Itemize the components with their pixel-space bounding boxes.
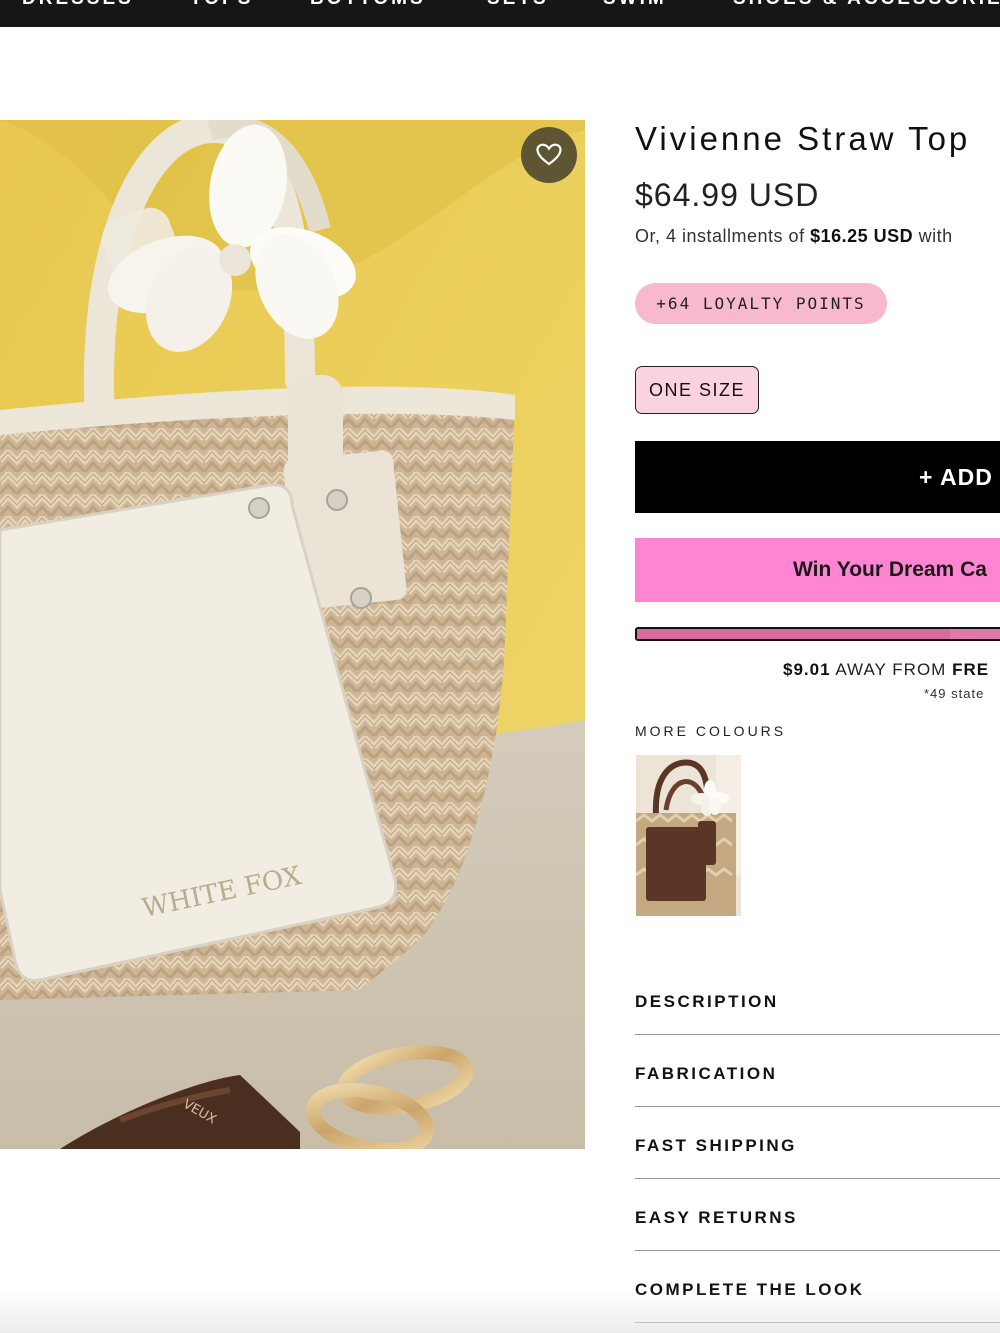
accordion-fabrication[interactable]: FABRICATION	[635, 1035, 1000, 1107]
wishlist-button[interactable]	[521, 127, 577, 183]
shipping-middle-text: AWAY FROM	[830, 660, 953, 679]
nav-item-sets[interactable]: SETS	[487, 0, 549, 10]
accordion-label: FABRICATION	[635, 1064, 778, 1083]
product-price: $64.99 USD	[635, 177, 820, 213]
installments-prefix: Or, 4 installments of	[635, 226, 811, 246]
nav-item-bottoms[interactable]: BOTTOMS	[310, 0, 426, 10]
installments-text: Or, 4 installments of $16.25 USD with	[635, 226, 953, 247]
product-photo-illustration: WHITE FOX VEUX	[0, 120, 585, 1149]
nav-item-dresses[interactable]: DRESSES	[22, 0, 134, 10]
accordion-label: FAST SHIPPING	[635, 1136, 797, 1155]
free-shipping-message: $9.01 AWAY FROM FRE	[783, 660, 989, 680]
accordion-description[interactable]: DESCRIPTION	[635, 963, 1000, 1035]
product-title: Vivienne Straw Top	[635, 120, 971, 157]
win-dream-cart-button[interactable]: Win Your Dream Ca	[635, 538, 1000, 602]
accordion-easy-returns[interactable]: EASY RETURNS	[635, 1179, 1000, 1251]
accordion-label: EASY RETURNS	[635, 1208, 798, 1227]
size-option-one-size[interactable]: ONE SIZE	[635, 366, 759, 414]
loyalty-points-badge: +64 LOYALTY POINTS	[635, 283, 887, 324]
colour-swatch-brown[interactable]	[636, 755, 741, 916]
nav-item-shoes-accessories[interactable]: SHOES & ACCESSORIES	[733, 0, 1000, 10]
installments-suffix: with	[913, 226, 953, 246]
shipping-note: *49 state	[924, 686, 985, 701]
add-to-bag-button[interactable]: + ADD T	[635, 441, 1000, 513]
nav-item-swim[interactable]: SWIM	[603, 0, 667, 10]
accordion-fast-shipping[interactable]: FAST SHIPPING	[635, 1107, 1000, 1179]
nav-item-tops[interactable]: TOPS	[190, 0, 253, 10]
bottom-fade	[0, 1290, 1000, 1333]
shipping-free-text: FRE	[952, 660, 990, 679]
top-nav: DRESSES TOPS BOTTOMS SETS SWIM SHOES & A…	[0, 0, 1000, 27]
installments-amount: $16.25 USD	[810, 226, 914, 246]
heart-outline-icon	[536, 143, 562, 166]
accordion-label: DESCRIPTION	[635, 992, 779, 1011]
progress-fill	[637, 629, 950, 639]
shipping-amount: $9.01	[783, 660, 831, 679]
more-colours-heading: MORE COLOURS	[635, 723, 787, 739]
free-shipping-progress-bar	[635, 627, 1000, 641]
swatch-thumbnail	[636, 755, 741, 916]
product-image[interactable]: WHITE FOX VEUX	[0, 120, 585, 1149]
